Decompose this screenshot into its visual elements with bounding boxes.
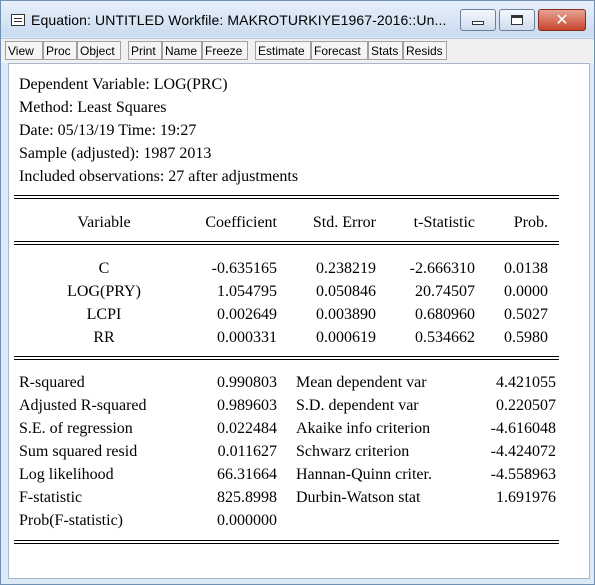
- coef-variable: C: [98, 260, 110, 277]
- stat-label: Schwarz criterion: [296, 443, 410, 460]
- stat-value: 825.8998: [217, 489, 277, 506]
- header-rule: [14, 241, 559, 245]
- date-line: Date: 05/13/19 Time: 19:27: [19, 122, 197, 139]
- coef-prob: 0.0000: [504, 283, 548, 300]
- coef-t-statistic: 20.74507: [415, 283, 475, 300]
- coef-value: 0.000331: [217, 329, 277, 346]
- stat-label: Adjusted R-squared: [19, 397, 147, 414]
- stat-label: F-statistic: [19, 489, 83, 506]
- coef-bottom-rule: [14, 356, 559, 360]
- col-header-variable: Variable: [77, 214, 131, 231]
- close-icon: ✕: [555, 10, 569, 29]
- coef-t-statistic: -2.666310: [409, 260, 475, 277]
- forecast-button[interactable]: Forecast: [311, 41, 368, 60]
- stat-label: Durbin-Watson stat: [296, 489, 421, 506]
- stat-value: -4.424072: [490, 443, 556, 460]
- stat-value: 66.31664: [217, 466, 277, 483]
- stat-label: Sum squared resid: [19, 443, 138, 460]
- stat-value: 0.011627: [217, 443, 277, 460]
- coef-prob: 0.0138: [504, 260, 548, 277]
- stat-value: 0.022484: [217, 420, 277, 437]
- coef-std-error: 0.050846: [316, 283, 376, 300]
- coef-variable: LOG(PRY): [67, 283, 141, 300]
- stat-value: 1.691976: [496, 489, 556, 506]
- stat-value: 0.990803: [217, 374, 277, 391]
- coef-t-statistic: 0.680960: [415, 306, 475, 323]
- coef-std-error: 0.238219: [316, 260, 376, 277]
- stat-label: R-squared: [19, 374, 85, 391]
- equation-window: Equation: UNTITLED Workfile: MAKROTURKIY…: [0, 0, 595, 585]
- stat-value: -4.616048: [490, 420, 556, 437]
- stat-label: Mean dependent var: [296, 374, 427, 391]
- table-top-rule: [14, 195, 559, 199]
- coef-value: -0.635165: [211, 260, 277, 277]
- stat-value: 4.421055: [496, 374, 556, 391]
- stat-value: 0.220507: [496, 397, 556, 414]
- stat-value: 0.000000: [217, 512, 277, 529]
- coef-prob: 0.5980: [504, 329, 548, 346]
- minimize-button[interactable]: [460, 9, 496, 31]
- close-button[interactable]: ✕: [538, 9, 586, 31]
- toolbar: View Proc Object Print Name Freeze Estim…: [1, 38, 594, 63]
- coef-std-error: 0.000619: [316, 329, 376, 346]
- estimation-output[interactable]: Dependent Variable: LOG(PRC) Method: Lea…: [8, 63, 590, 579]
- maximize-button[interactable]: [499, 9, 535, 31]
- stat-value: -4.558963: [490, 466, 556, 483]
- maximize-icon: [511, 15, 523, 25]
- col-header-coefficient: Coefficient: [205, 214, 277, 231]
- estimate-button[interactable]: Estimate: [255, 41, 311, 60]
- name-button[interactable]: Name: [162, 41, 202, 60]
- coef-std-error: 0.003890: [316, 306, 376, 323]
- col-header-t-statistic: t-Statistic: [413, 214, 475, 231]
- col-header-prob: Prob.: [513, 214, 548, 231]
- coef-variable: LCPI: [86, 306, 122, 323]
- stat-label: S.E. of regression: [19, 420, 133, 437]
- title-bar[interactable]: Equation: UNTITLED Workfile: MAKROTURKIY…: [1, 1, 594, 37]
- stat-label: Prob(F-statistic): [19, 512, 123, 529]
- view-button[interactable]: View: [5, 41, 43, 60]
- table-bottom-rule: [14, 540, 559, 544]
- sample-line: Sample (adjusted): 1987 2013: [19, 145, 212, 162]
- resids-button[interactable]: Resids: [403, 41, 447, 60]
- stats-button[interactable]: Stats: [368, 41, 403, 60]
- observations-line: Included observations: 27 after adjustme…: [19, 168, 299, 185]
- col-header-std-error: Std. Error: [312, 214, 376, 231]
- stat-label: S.D. dependent var: [296, 397, 419, 414]
- stat-label: Log likelihood: [19, 466, 114, 483]
- coef-value: 1.054795: [217, 283, 277, 300]
- method-line: Method: Least Squares: [19, 99, 167, 116]
- coef-value: 0.002649: [217, 306, 277, 323]
- proc-button[interactable]: Proc: [43, 41, 77, 60]
- coef-t-statistic: 0.534662: [415, 329, 475, 346]
- minimize-icon: [472, 21, 484, 25]
- window-title: Equation: UNTITLED Workfile: MAKROTURKIY…: [31, 12, 447, 28]
- freeze-button[interactable]: Freeze: [202, 41, 248, 60]
- coef-prob: 0.5027: [504, 306, 548, 323]
- stat-label: Hannan-Quinn criter.: [296, 466, 432, 483]
- coef-variable: RR: [93, 329, 115, 346]
- window-menu-icon[interactable]: [11, 14, 25, 26]
- stat-label: Akaike info criterion: [296, 420, 431, 437]
- print-button[interactable]: Print: [128, 41, 162, 60]
- dependent-variable-line: Dependent Variable: LOG(PRC): [19, 76, 228, 93]
- object-button[interactable]: Object: [77, 41, 121, 60]
- stat-value: 0.989603: [217, 397, 277, 414]
